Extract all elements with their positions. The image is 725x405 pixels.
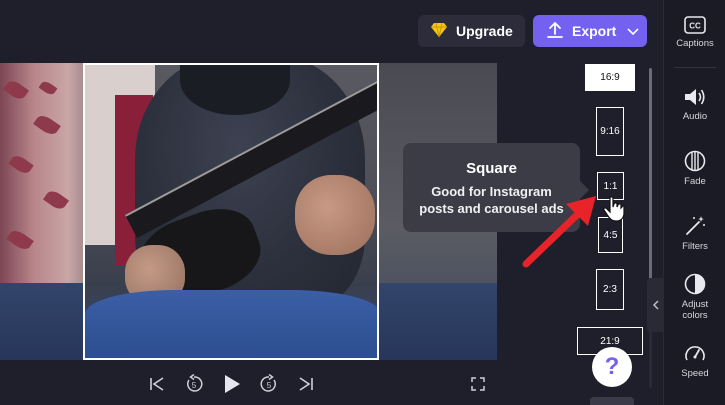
collapse-panel-button[interactable] — [647, 278, 663, 332]
forward-5-button[interactable]: 5 — [258, 372, 280, 396]
tooltip-title: Square — [466, 160, 517, 177]
fade-icon — [684, 150, 706, 172]
help-button[interactable]: ? — [592, 347, 632, 387]
sidebar-divider — [674, 67, 716, 68]
hand-cursor-icon — [603, 196, 625, 222]
skip-to-start-button[interactable] — [147, 372, 167, 396]
svg-text:5: 5 — [267, 381, 272, 390]
upgrade-label: Upgrade — [456, 23, 513, 39]
sidebar-item-adjust-colors[interactable]: Adjust colors — [664, 273, 725, 321]
svg-text:CC: CC — [689, 22, 701, 31]
play-button[interactable] — [221, 372, 243, 396]
video-jeans — [85, 290, 377, 358]
chevron-left-icon — [652, 300, 659, 310]
ratio-label: 1:1 — [603, 180, 618, 192]
export-label: Export — [572, 23, 617, 39]
ratio-label: 2:3 — [603, 284, 617, 295]
fullscreen-icon — [471, 377, 485, 391]
ratio-option-9-16[interactable]: 9:16 — [596, 107, 624, 156]
ratio-option-2-3[interactable]: 2:3 — [596, 269, 624, 310]
skip-to-end-button[interactable] — [296, 372, 316, 396]
sidebar-item-label: Filters — [682, 241, 708, 252]
export-button[interactable]: Export — [533, 15, 647, 47]
magic-wand-icon — [686, 216, 705, 235]
sidebar-item-filters[interactable]: Filters — [664, 215, 725, 252]
ratio-option-4-5[interactable]: 4:5 — [598, 217, 623, 253]
speedometer-icon — [685, 346, 705, 361]
bottom-panel-tab[interactable] — [590, 397, 634, 405]
annotation-arrow-icon — [522, 196, 596, 268]
speaker-icon — [685, 89, 705, 105]
sidebar-item-label: colors — [682, 310, 708, 321]
video-hand — [295, 175, 375, 255]
ratio-label: 4:5 — [603, 229, 618, 241]
sidebar-item-label: Audio — [682, 111, 708, 122]
play-icon — [225, 375, 240, 393]
right-sidebar: CC Captions Audio Fade Filters Adjust co… — [663, 0, 725, 405]
fullscreen-button[interactable] — [468, 372, 488, 396]
ratio-label: 16:9 — [600, 72, 620, 83]
sidebar-item-captions[interactable]: CC Captions — [664, 16, 725, 49]
sidebar-item-speed[interactable]: Speed — [664, 344, 725, 379]
diamond-icon — [430, 22, 448, 41]
scrollbar-thumb[interactable] — [649, 68, 652, 298]
upgrade-button[interactable]: Upgrade — [418, 15, 525, 47]
cc-icon: CC — [684, 16, 706, 34]
rewind-icon: 5 — [187, 374, 203, 392]
sidebar-item-label: Fade — [684, 176, 706, 187]
sidebar-item-label: Captions — [676, 38, 714, 49]
sidebar-item-label: Speed — [681, 368, 709, 379]
upload-icon — [547, 21, 563, 42]
skip-end-icon — [299, 377, 313, 391]
contrast-icon — [684, 273, 706, 295]
svg-text:5: 5 — [192, 381, 197, 390]
forward-icon: 5 — [260, 374, 276, 392]
chevron-down-icon[interactable] — [627, 23, 639, 39]
help-label: ? — [604, 353, 620, 380]
ratio-label: 21:9 — [600, 335, 620, 347]
sidebar-item-fade[interactable]: Fade — [664, 150, 725, 187]
ratio-label: 9:16 — [600, 126, 620, 137]
crop-frame[interactable] — [83, 63, 379, 360]
rewind-5-button[interactable]: 5 — [183, 372, 205, 396]
skip-start-icon — [150, 377, 164, 391]
sidebar-item-label: Adjust — [681, 299, 709, 310]
sidebar-item-audio[interactable]: Audio — [664, 87, 725, 122]
ratio-option-16-9[interactable]: 16:9 — [585, 64, 635, 91]
